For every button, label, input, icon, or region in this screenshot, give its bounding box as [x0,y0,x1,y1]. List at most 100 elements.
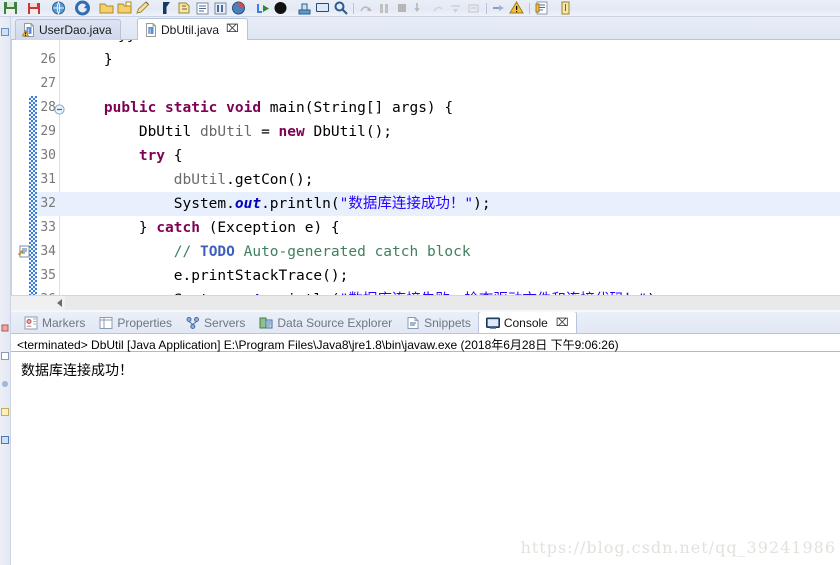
new-java-icon[interactable] [558,0,574,16]
code-token: ); [473,196,491,212]
bottom-panel: Markers Properties Servers Data Source Expl… [11,312,840,565]
java-file-icon: J [144,22,157,37]
edit-pencil-icon[interactable] [135,0,151,16]
restore-view-icon[interactable] [1,23,9,36]
todo-task-marker-icon[interactable] [18,245,31,258]
code-token: { [165,148,183,164]
properties-strip-icon[interactable] [1,347,9,360]
new-folder-icon[interactable] [117,0,133,16]
code-line[interactable]: public static void main(String[] args) { [61,96,840,120]
scrollbar-track[interactable] [65,296,840,310]
editor-horizontal-scrollbar[interactable] [11,295,840,310]
code-token: .println( [261,196,340,212]
editor-tab-label: UserDao.java [39,23,112,37]
console-icon [485,316,500,330]
code-token: new [278,124,314,140]
bottom-tab-servers[interactable]: Servers [179,312,252,333]
bottom-tab-markers[interactable]: Markers [17,312,92,333]
coverage-icon[interactable] [297,0,313,16]
bottom-tab-snippets[interactable]: Snippets [399,312,478,333]
open-folder-icon[interactable] [99,0,115,16]
step-over-icon[interactable] [358,0,374,16]
task-icon[interactable] [534,0,550,16]
code-token: dbUtil [199,124,253,140]
scroll-left-arrow-icon[interactable] [57,299,62,307]
bottom-tab-console[interactable]: Console ⌧ [477,312,577,333]
marker-icon[interactable] [159,0,175,16]
code-line[interactable]: } catch (Exception e) { [61,216,840,240]
console-strip-icon[interactable] [1,431,9,444]
terminate-icon[interactable] [394,0,410,16]
bottom-tab-label: Console [503,315,548,330]
use-step-filters-icon[interactable] [466,0,482,16]
code-token: System. [69,196,235,212]
bottom-tab-data-source-explorer[interactable]: Data Source Explorer [252,312,399,333]
line-number: 28 [40,100,56,115]
markers-strip-icon[interactable] [1,319,9,332]
debug-icon[interactable] [255,0,271,16]
code-line[interactable]: DbUtil dbUtil = new DbUtil(); [61,120,840,144]
editor-tab-dbutil[interactable]: J DbUtil.java ⌧ [137,18,248,41]
close-icon[interactable]: ⌧ [226,24,239,35]
code-token: e.printStackTrace(); [69,268,349,284]
console-icon[interactable] [315,0,331,16]
bottom-tab-label: Snippets [424,315,471,330]
code-editor[interactable]: 2627282930313233343536 }} } public stati… [11,40,840,305]
code-token: } [69,220,157,236]
java-file-warning-icon: J [21,23,35,37]
pause-icon[interactable] [376,0,392,16]
toolbar-separator [486,3,487,14]
toolbar-separator [353,3,354,14]
search-icon[interactable] [333,0,349,16]
refresh-icon[interactable] [75,0,91,16]
run-icon[interactable] [273,0,289,16]
svg-text:J: J [148,28,151,35]
code-line[interactable] [61,72,840,96]
outline-icon[interactable] [231,0,247,16]
bottom-tab-properties[interactable]: Properties [92,312,179,333]
code-token: (Exception e) { [199,220,340,236]
collapsed-view-strip[interactable] [0,17,11,565]
line-number: 35 [40,268,56,283]
drop-to-frame-icon[interactable] [448,0,464,16]
step-return-icon[interactable] [430,0,446,16]
code-token: public static void [103,100,270,116]
console-output-area[interactable]: 数据库连接成功！ [11,353,840,565]
code-token: Auto-generated catch block [234,244,471,260]
close-icon[interactable]: ⌧ [556,316,569,329]
bottom-tab-label: Servers [204,315,246,330]
code-line[interactable]: // TODO Auto-generated catch block [61,240,840,264]
step-into-icon[interactable] [412,0,428,16]
editor-tab-userdao[interactable]: J UserDao.java [15,19,121,40]
code-token: "数据库连接成功！" [339,196,474,212]
editor-tab-bar: J UserDao.java J DbUtil.java ⌧ [11,17,840,41]
code-line-current[interactable]: System.out.println("数据库连接成功！"); [61,192,840,216]
editor-tab-label: DbUtil.java [161,22,220,37]
code-line[interactable]: e.printStackTrace(); [61,264,840,288]
link-icon[interactable] [491,0,507,16]
code-text-area[interactable]: }} } public static void main(String[] ar… [61,40,840,305]
code-token: } [69,52,113,68]
snippets-strip-icon[interactable] [1,403,9,416]
code-line[interactable]: try { [61,144,840,168]
open-type-icon[interactable] [177,0,193,16]
code-line[interactable]: } [61,48,840,72]
code-token: = [252,124,279,140]
line-number: 31 [40,172,56,187]
code-line-partial: }} [110,40,135,48]
line-number: 27 [40,76,56,91]
code-line[interactable]: dbUtil.getCon(); [61,168,840,192]
bottom-tab-label: Properties [117,315,173,330]
warning-icon[interactable] [509,0,525,16]
web-browser-icon[interactable] [51,0,67,16]
save-all-icon[interactable] [27,0,43,16]
servers-strip-icon[interactable] [1,375,9,387]
watermark-text: https://blog.csdn.net/qq_39241986 [520,538,836,557]
line-number: 33 [40,220,56,235]
quick-access-icon[interactable] [213,0,229,16]
save-icon[interactable] [3,0,19,16]
main-toolbar [0,0,840,17]
annotation-icon[interactable] [195,0,211,16]
